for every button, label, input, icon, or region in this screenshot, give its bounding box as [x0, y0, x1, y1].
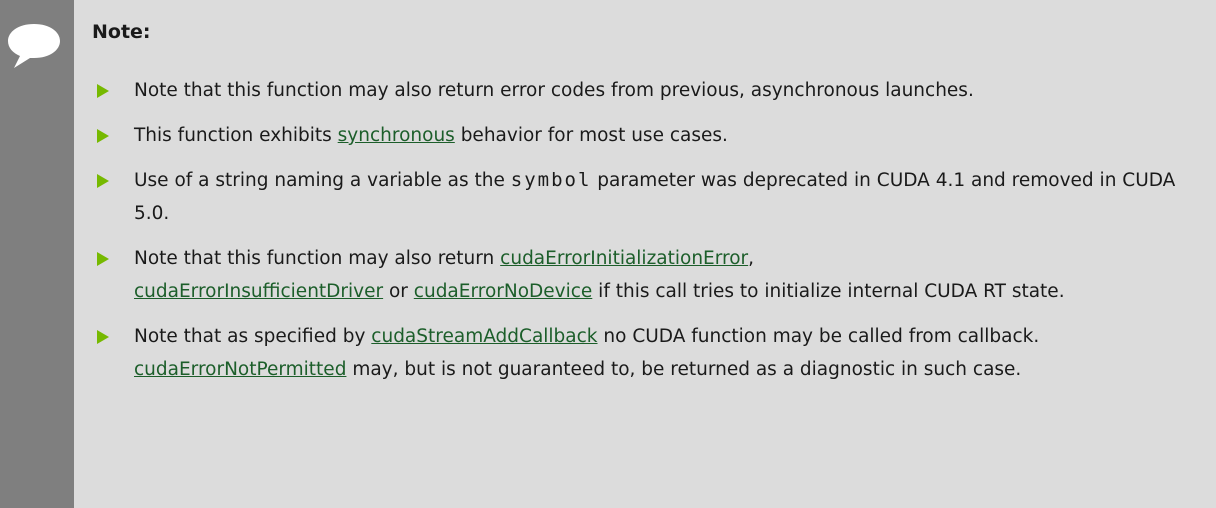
note-rail [0, 0, 74, 508]
list-item: Note that as specified by cudaStreamAddC… [92, 320, 1202, 386]
item-text: behavior for most use cases. [454, 125, 728, 146]
item-text: Note that this function may also return … [134, 80, 974, 101]
triangle-bullet-icon [97, 84, 109, 98]
item-text: no CUDA function may be called from call… [597, 326, 1040, 347]
triangle-bullet-icon [97, 252, 109, 266]
list-item: Note that this function may also return … [92, 242, 1202, 308]
link-cuda-stream-add-callback[interactable]: cudaStreamAddCallback [371, 326, 597, 347]
item-text: This function exhibits [134, 125, 338, 146]
item-text: may, but is not guaranteed to, be return… [346, 359, 1022, 380]
item-text: Use of a string naming a variable as the [134, 170, 511, 191]
code-symbol: symbol [510, 169, 592, 191]
link-synchronous[interactable]: synchronous [338, 125, 455, 146]
link-cuda-error-insufficient-driver[interactable]: cudaErrorInsufficientDriver [134, 281, 383, 302]
list-item: This function exhibits synchronous behav… [92, 119, 1202, 152]
list-item: Use of a string naming a variable as the… [92, 164, 1202, 230]
link-cuda-error-initialization-error[interactable]: cudaErrorInitializationError [500, 248, 748, 269]
link-cuda-error-not-permitted[interactable]: cudaErrorNotPermitted [134, 359, 346, 380]
note-title: Note: [92, 21, 151, 43]
list-item: Note that this function may also return … [92, 74, 1202, 107]
item-text: if this call tries to initialize interna… [592, 281, 1065, 302]
item-text: or [383, 281, 414, 302]
triangle-bullet-icon [97, 330, 109, 344]
item-text: , [748, 248, 755, 269]
link-cuda-error-no-device[interactable]: cudaErrorNoDevice [414, 281, 593, 302]
note-list: Note that this function may also return … [92, 74, 1202, 398]
item-text: Note that as specified by [134, 326, 372, 347]
triangle-bullet-icon [97, 174, 109, 188]
triangle-bullet-icon [97, 129, 109, 143]
item-text: Note that this function may also return [134, 248, 501, 269]
speech-bubble-icon [8, 24, 60, 68]
note-box: Note: Note that this function may also r… [0, 0, 1216, 508]
